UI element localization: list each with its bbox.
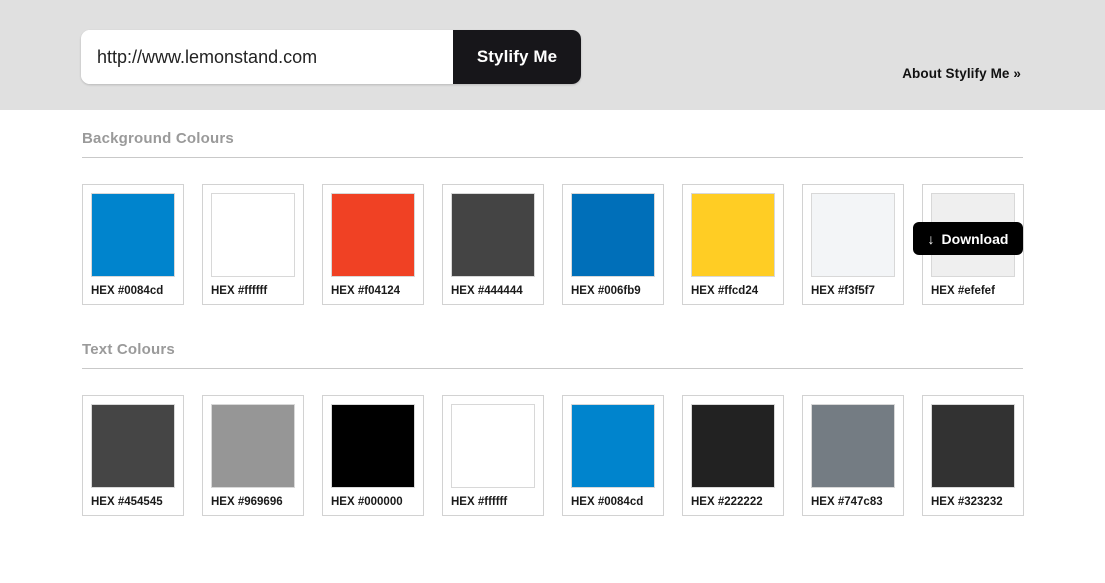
- colour-swatch-card[interactable]: HEX #0084cd: [82, 184, 184, 305]
- colour-swatch-card[interactable]: HEX #f3f5f7: [802, 184, 904, 305]
- colour-swatch-card[interactable]: HEX #006fb9: [562, 184, 664, 305]
- colour-hex-label: HEX #222222: [691, 488, 775, 515]
- download-button-label: Download: [942, 231, 1009, 247]
- colour-chip: [691, 193, 775, 277]
- colour-swatch-card[interactable]: HEX #f04124: [322, 184, 424, 305]
- colour-hex-label: HEX #444444: [451, 277, 535, 304]
- section-divider: [82, 157, 1023, 158]
- colour-chip: [931, 404, 1015, 488]
- colour-swatch-card[interactable]: HEX #0084cd: [562, 395, 664, 516]
- about-stylify-me-link[interactable]: About Stylify Me »: [902, 66, 1021, 81]
- colour-chip: [331, 193, 415, 277]
- colour-hex-label: HEX #000000: [331, 488, 415, 515]
- colour-swatch-card[interactable]: HEX #969696: [202, 395, 304, 516]
- section-title: Background Colours: [82, 130, 1023, 157]
- colour-swatch-card[interactable]: HEX #323232: [922, 395, 1024, 516]
- colour-chip: [691, 404, 775, 488]
- colour-hex-label: HEX #0084cd: [571, 488, 655, 515]
- colour-chip: [331, 404, 415, 488]
- colour-hex-label: HEX #454545: [91, 488, 175, 515]
- colour-chip: [211, 193, 295, 277]
- colour-hex-label: HEX #f3f5f7: [811, 277, 895, 304]
- colour-swatch-card[interactable]: HEX #000000: [322, 395, 424, 516]
- text-colours-grid: HEX #454545 HEX #969696 HEX #000000 HEX #ff…: [82, 395, 1023, 516]
- section-background-colours: Background Colours HEX #0084cd HEX #fffff…: [82, 130, 1023, 305]
- colour-chip: [811, 193, 895, 277]
- colour-hex-label: HEX #323232: [931, 488, 1015, 515]
- colour-swatch-card[interactable]: HEX #ffcd24: [682, 184, 784, 305]
- colour-hex-label: HEX #ffffff: [451, 488, 535, 515]
- colour-swatch-card[interactable]: HEX #ffffff: [202, 184, 304, 305]
- main-content: ↓ Download Background Colours HEX #0084c…: [0, 110, 1105, 516]
- colour-hex-label: HEX #efefef: [931, 277, 1015, 304]
- colour-chip: [811, 404, 895, 488]
- colour-chip: [211, 404, 295, 488]
- colour-chip: [451, 404, 535, 488]
- colour-chip: [451, 193, 535, 277]
- download-button[interactable]: ↓ Download: [913, 222, 1023, 255]
- colour-chip: [91, 193, 175, 277]
- colour-chip: [91, 404, 175, 488]
- colour-hex-label: HEX #f04124: [331, 277, 415, 304]
- colour-chip: [571, 404, 655, 488]
- arrow-down-icon: ↓: [928, 232, 935, 246]
- colour-swatch-card[interactable]: HEX #ffffff: [442, 395, 544, 516]
- section-spacer: [82, 305, 1023, 341]
- colour-hex-label: HEX #0084cd: [91, 277, 175, 304]
- colour-swatch-card[interactable]: HEX #444444: [442, 184, 544, 305]
- colour-hex-label: HEX #969696: [211, 488, 295, 515]
- colour-hex-label: HEX #ffffff: [211, 277, 295, 304]
- background-colours-grid: HEX #0084cd HEX #ffffff HEX #f04124 HEX #44…: [82, 184, 1023, 305]
- content-container: ↓ Download Background Colours HEX #0084c…: [82, 110, 1023, 516]
- colour-swatch-card[interactable]: HEX #222222: [682, 395, 784, 516]
- url-form: Stylify Me: [81, 30, 581, 84]
- section-title: Text Colours: [82, 341, 1023, 368]
- section-divider: [82, 368, 1023, 369]
- colour-swatch-card[interactable]: HEX #454545: [82, 395, 184, 516]
- colour-hex-label: HEX #006fb9: [571, 277, 655, 304]
- colour-swatch-card[interactable]: HEX #747c83: [802, 395, 904, 516]
- page-header: Stylify Me About Stylify Me »: [0, 0, 1105, 110]
- section-text-colours: Text Colours HEX #454545HEX #969696HEX #…: [82, 341, 1023, 516]
- colour-hex-label: HEX #ffcd24: [691, 277, 775, 304]
- colour-hex-label: HEX #747c83: [811, 488, 895, 515]
- url-input[interactable]: [81, 30, 453, 84]
- stylify-me-button[interactable]: Stylify Me: [453, 30, 581, 84]
- colour-chip: [571, 193, 655, 277]
